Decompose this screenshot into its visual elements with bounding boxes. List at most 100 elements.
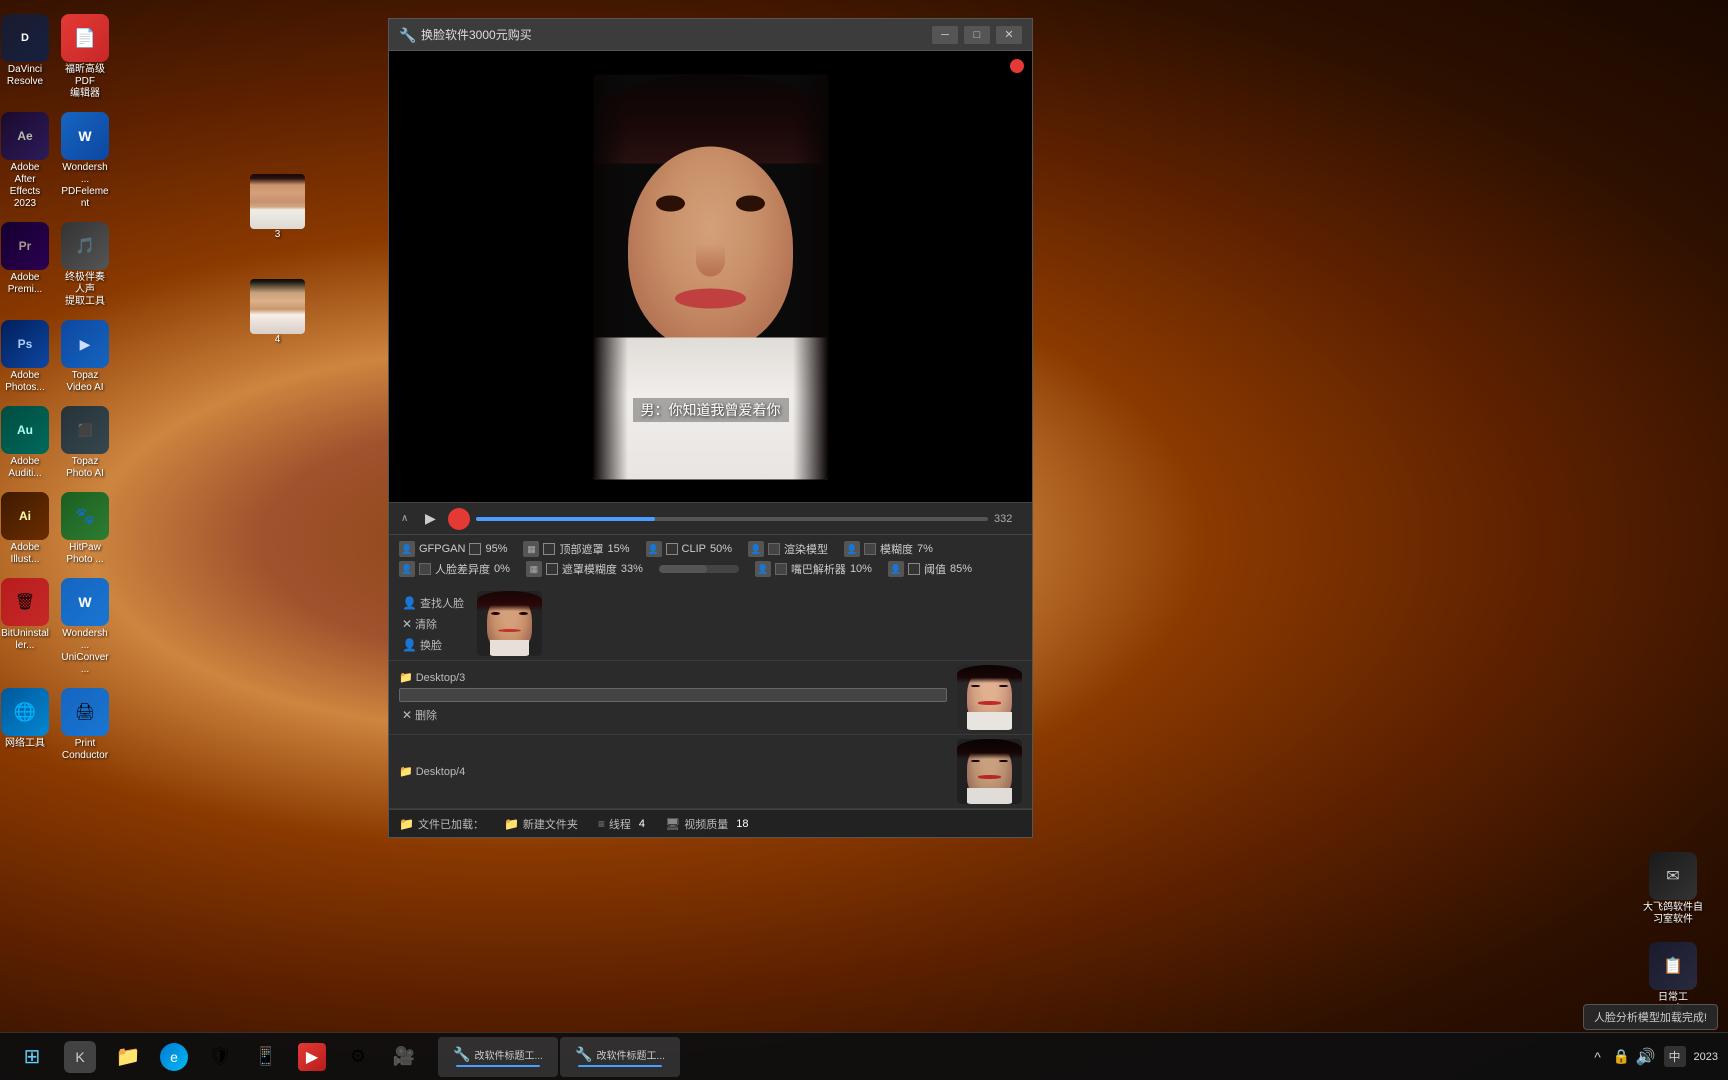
setting-face-diff: 👤 人脸差异度 0% [399, 561, 510, 577]
status-files-loaded: 📁 文件已加载： [399, 816, 484, 832]
desktop-icon-davinci[interactable]: D DaVinciResolve [0, 10, 53, 104]
tray-network[interactable]: 🔒 [1612, 1047, 1632, 1067]
taskbar-phone-link[interactable]: 📱 [244, 1037, 288, 1077]
top-mask-value: 15% [607, 543, 629, 555]
video-subtitle: 男：你知道我曾爱着你 [633, 398, 789, 422]
setting-gfpgan: 👤 GFPGAN 95% [399, 541, 507, 557]
desktop-icon-feather[interactable]: ✉ 大飞鸽软件自习室软件 [1628, 848, 1718, 930]
clip-checkbox[interactable] [666, 543, 678, 555]
delete-face-2-icon: ✕ [402, 708, 412, 722]
desktop-icon-photoshop[interactable]: Ps Adobe Photos... [0, 316, 53, 398]
desktop-icon-internet[interactable]: 🌐 网络工具 [0, 684, 53, 766]
setting-progress-bar-item [659, 565, 739, 573]
folder-icon-2: 📁 [399, 671, 413, 684]
desktop-icon-audition[interactable]: Au Adobe Auditi... [0, 402, 53, 484]
bottom-status-bar: 📁 文件已加载： 📁 新建文件夹 ≡ 线程 4 🖥 视频质量 18 [389, 809, 1032, 837]
playback-controls: ∧ ▶ 332 [389, 502, 1032, 534]
threshold-label: 阈值 [924, 561, 946, 577]
render-model-icon: 👤 [748, 541, 764, 557]
mouth-parser-icon: 👤 [755, 561, 771, 577]
taskbar-start-button[interactable]: ⊞ [10, 1037, 54, 1077]
window-controls: ─ □ ✕ [932, 26, 1022, 44]
collapse-button[interactable]: ∧ [397, 511, 412, 526]
app-window: 🔧 换脸软件3000元购买 ─ □ ✕ [388, 18, 1033, 838]
desktop-icon-face-3[interactable]: 3 [240, 170, 315, 245]
threads-icon: ≡ [598, 817, 605, 831]
tray-chevron[interactable]: ^ [1588, 1047, 1608, 1067]
ime-toggle[interactable]: 中 [1664, 1046, 1686, 1067]
desktop-icon-print-conductor[interactable]: 🖨 Print Conductor [57, 684, 113, 766]
gfpgan-icon: 👤 [399, 541, 415, 557]
blur-icon: 👤 [844, 541, 860, 557]
play-button[interactable]: ▶ [418, 508, 442, 530]
mask-blur-checkbox[interactable] [546, 563, 558, 575]
face-item-3: 📁 Desktop/4 [389, 735, 1032, 809]
gfpgan-checkbox[interactable] [469, 543, 481, 555]
mouth-parser-value: 10% [850, 563, 872, 575]
desktop-icon-illustrator[interactable]: Ai Adobe Illust... [0, 488, 53, 570]
clear-face-button[interactable]: ✕ 清除 [399, 615, 467, 633]
taskbar-settings[interactable]: ⚙ [336, 1037, 380, 1077]
tray-sound[interactable]: 🔊 [1636, 1047, 1656, 1067]
maximize-button[interactable]: □ [964, 26, 990, 44]
blur-value: 7% [917, 543, 933, 555]
minimize-button[interactable]: ─ [932, 26, 958, 44]
face-item-2: 📁 Desktop/3 ✕ 删除 [389, 661, 1032, 735]
settings-row-2: 👤 人脸差异度 0% ▦ 遮罩模糊度 33% 👤 [399, 561, 1022, 577]
taskbar-active-app-2[interactable]: 🔧 改软件标题工... [560, 1037, 680, 1077]
setting-clip: 👤 CLIP 50% [646, 541, 733, 557]
window-title-icon: 🔧 [399, 27, 415, 43]
taskbar-clock[interactable]: 2023 [1694, 1051, 1718, 1063]
threshold-value: 85% [950, 563, 972, 575]
setting-mouth-parser: 👤 嘴巴解析器 10% [755, 561, 872, 577]
taskbar-media-player[interactable]: ▶ [290, 1037, 334, 1077]
find-face-button[interactable]: 👤 查找人脸 [399, 594, 467, 612]
status-new-folder[interactable]: 📁 新建文件夹 [504, 816, 578, 832]
face-diff-checkbox[interactable] [419, 563, 431, 575]
desktop-icon-wondershare-uni[interactable]: W Wondersh...UniConver... [57, 574, 113, 680]
face-thumbnail-2 [957, 665, 1022, 730]
desktop-icon-hitpaw[interactable]: 🐾 HitPawPhoto ... [57, 488, 113, 570]
face-thumbnail-1 [477, 591, 542, 656]
threshold-checkbox[interactable] [908, 563, 920, 575]
desktop-icon-zhiji[interactable]: 🎵 终极伴奏人声提取工具 [57, 218, 113, 312]
top-mask-checkbox[interactable] [543, 543, 555, 555]
blur-checkbox[interactable] [864, 543, 876, 555]
progress-bar[interactable] [476, 517, 988, 521]
clear-face-icon: ✕ [402, 617, 412, 631]
desktop-icon-topaz-photo[interactable]: ⬛ TopazPhoto AI [57, 402, 113, 484]
settings-row-1: 👤 GFPGAN 95% ▦ 顶部遮罩 15% 👤 CLIP 50% � [399, 541, 1022, 557]
swap-face-button[interactable]: 👤 换脸 [399, 636, 467, 654]
record-button[interactable] [448, 508, 470, 530]
desktop-icon-bituninstaller[interactable]: 🗑 BitUninstaller... [0, 574, 53, 680]
close-button[interactable]: ✕ [996, 26, 1022, 44]
desktop-icon-face-4[interactable]: 4 [240, 275, 315, 350]
render-model-checkbox[interactable] [768, 543, 780, 555]
taskbar-camera[interactable]: 🎥 [382, 1037, 426, 1077]
taskbar-active-apps: 🔧 改软件标题工... 🔧 改软件标题工... [438, 1037, 680, 1077]
taskbar-file-explorer[interactable]: 📁 [106, 1037, 150, 1077]
taskbar-antivirus[interactable]: 🛡 [198, 1037, 242, 1077]
taskbar-search[interactable]: K [56, 1037, 104, 1077]
window-title-text: 换脸软件3000元购买 [421, 26, 932, 43]
taskbar-browser[interactable]: e [152, 1037, 196, 1077]
desktop-icons-right: ✉ 大飞鸽软件自习室软件 📋 日常工习室 [1628, 848, 1718, 1020]
desktop-icon-aftereffects[interactable]: Ae Adobe AfterEffects 2023 [0, 108, 53, 214]
system-tray: ^ 🔒 🔊 [1588, 1047, 1656, 1067]
face-thumbnail-3 [957, 739, 1022, 804]
taskbar-active-app-1[interactable]: 🔧 改软件标题工... [438, 1037, 558, 1077]
face-item-1-controls: 👤 查找人脸 ✕ 清除 👤 换脸 [399, 594, 467, 654]
desktop-icon-topaz-video[interactable]: ▶ TopazVideo AI [57, 316, 113, 398]
progress-bar-fill [476, 517, 655, 521]
desktop-icon-wondershare-pdf[interactable]: W Wondersh...PDFelement [57, 108, 113, 214]
desktop-icon-fujisu-pdf[interactable]: 📄 福昕高级PDF编辑器 [57, 10, 113, 104]
clip-value: 50% [710, 543, 732, 555]
mouth-parser-label: 嘴巴解析器 [791, 561, 846, 577]
gfpgan-label: GFPGAN [419, 543, 465, 555]
desktop-icon-premiere[interactable]: Pr Adobe Premi... [0, 218, 53, 312]
delete-face-2-button[interactable]: ✕ 删除 [399, 706, 947, 724]
mouth-parser-checkbox[interactable] [775, 563, 787, 575]
new-folder-icon: 📁 [504, 817, 519, 831]
face-item-2-path-input[interactable] [399, 688, 947, 702]
settings-panel: 👤 GFPGAN 95% ▦ 顶部遮罩 15% 👤 CLIP 50% � [389, 534, 1032, 587]
